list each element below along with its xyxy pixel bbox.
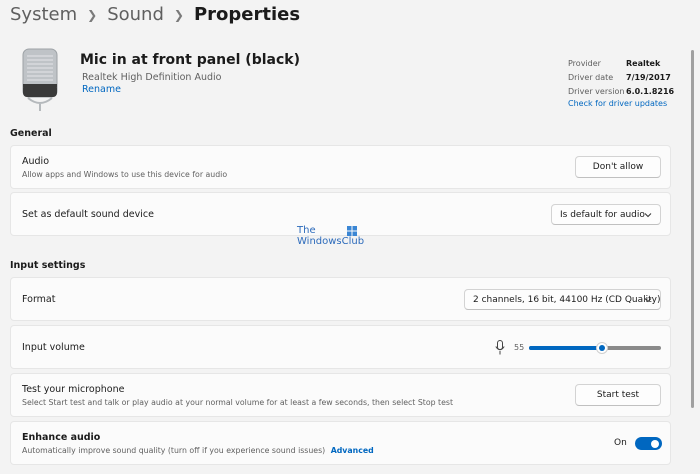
default-device-select[interactable]: Is default for audio bbox=[551, 204, 661, 225]
toggle-knob bbox=[651, 439, 659, 448]
input-volume-fill bbox=[529, 346, 602, 350]
format-value: 2 channels, 16 bit, 44100 Hz (CD Quality… bbox=[473, 294, 661, 305]
device-name: Mic in at front panel (black) bbox=[80, 52, 300, 68]
chevron-right-icon: ❯ bbox=[87, 7, 98, 22]
enhance-audio-card: Enhance audio Automatically improve soun… bbox=[10, 421, 671, 465]
chevron-down-icon bbox=[644, 298, 652, 303]
driver-date-value: 7/19/2017 bbox=[626, 72, 671, 82]
format-title: Format bbox=[22, 294, 56, 305]
audio-title: Audio bbox=[22, 156, 50, 167]
microphone-icon bbox=[22, 48, 58, 111]
driver-date-label: Driver date bbox=[568, 72, 614, 82]
breadcrumb-sound[interactable]: Sound bbox=[107, 4, 164, 25]
watermark-line2: WindowsClub bbox=[297, 236, 365, 247]
scrollbar[interactable] bbox=[691, 50, 694, 408]
watermark-line1: The bbox=[297, 225, 316, 236]
chevron-down-icon bbox=[644, 213, 652, 218]
audio-description: Allow apps and Windows to use this devic… bbox=[22, 170, 228, 179]
breadcrumb-system[interactable]: System bbox=[10, 4, 77, 25]
test-mic-card: Test your microphone Select Start test a… bbox=[10, 373, 671, 417]
driver-info: Provider Realtek Driver date 7/19/2017 Dri… bbox=[568, 56, 675, 109]
windows-logo-icon bbox=[346, 226, 357, 236]
breadcrumb: System ❯ Sound ❯ Properties bbox=[10, 4, 300, 25]
driver-version-label: Driver version bbox=[568, 86, 625, 96]
enhance-audio-state: On bbox=[614, 438, 627, 448]
test-mic-title: Test your microphone bbox=[22, 384, 125, 395]
driver-version-value: 6.0.1.8216 bbox=[626, 86, 675, 96]
input-volume-title: Input volume bbox=[22, 342, 85, 353]
enhance-audio-toggle[interactable] bbox=[635, 437, 662, 450]
enhance-audio-desc-text: Automatically improve sound quality (tur… bbox=[22, 446, 326, 455]
input-volume-thumb[interactable] bbox=[595, 342, 608, 354]
general-section-title: General bbox=[10, 128, 52, 139]
chevron-right-icon: ❯ bbox=[173, 7, 184, 22]
device-subtitle: Realtek High Definition Audio bbox=[82, 72, 222, 83]
input-volume-value: 55 bbox=[514, 343, 525, 352]
watermark: The WindowsClub bbox=[297, 225, 364, 247]
default-device-value: Is default for audio bbox=[560, 209, 645, 220]
default-device-title: Set as default sound device bbox=[22, 209, 154, 220]
microphone-icon[interactable] bbox=[495, 340, 505, 355]
start-test-button[interactable]: Start test bbox=[575, 384, 661, 406]
enhance-audio-description: Automatically improve sound quality (tur… bbox=[22, 446, 374, 455]
dont-allow-button[interactable]: Don't allow bbox=[575, 156, 661, 178]
enhance-audio-title: Enhance audio bbox=[22, 432, 101, 443]
input-section-title: Input settings bbox=[10, 260, 86, 271]
rename-link[interactable]: Rename bbox=[82, 84, 121, 95]
test-mic-description: Select Start test and talk or play audio… bbox=[22, 398, 454, 407]
input-volume-card: Input volume 55 bbox=[10, 325, 671, 369]
advanced-link[interactable]: Advanced bbox=[331, 446, 374, 455]
format-select[interactable]: 2 channels, 16 bit, 44100 Hz (CD Quality… bbox=[464, 289, 661, 310]
driver-provider-value: Realtek bbox=[626, 58, 661, 68]
driver-provider-label: Provider bbox=[568, 58, 601, 68]
check-driver-updates-link[interactable]: Check for driver updates bbox=[568, 99, 674, 108]
page-title: Properties bbox=[193, 4, 301, 25]
audio-card: Audio Allow apps and Windows to use this… bbox=[10, 145, 671, 189]
format-card: Format 2 channels, 16 bit, 44100 Hz (CD … bbox=[10, 277, 671, 321]
